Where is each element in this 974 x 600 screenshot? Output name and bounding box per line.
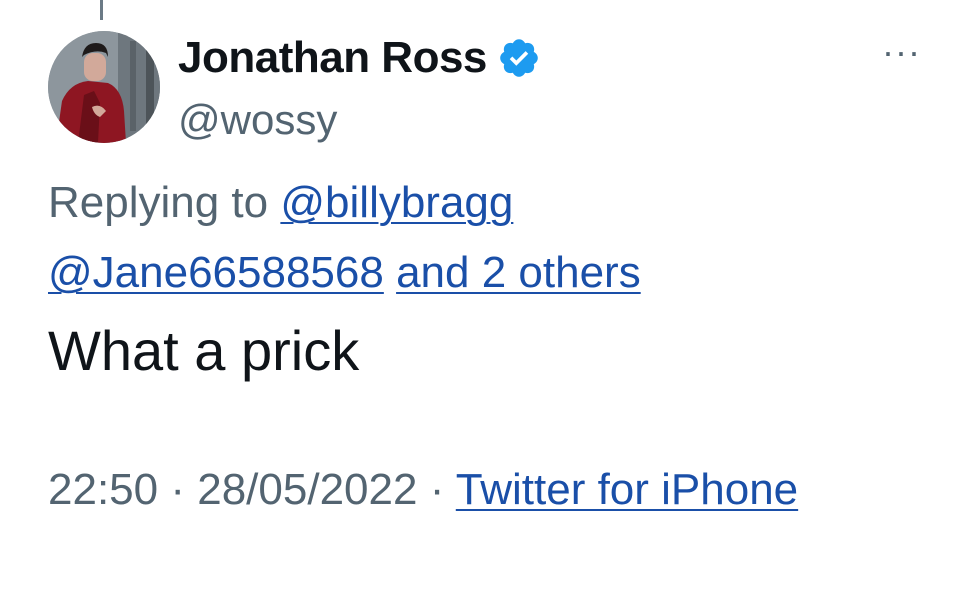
verified-badge-icon — [497, 36, 541, 80]
tweet-date: 28/05/2022 — [197, 465, 418, 514]
meta-separator: · — [429, 465, 445, 514]
avatar-image — [48, 31, 160, 143]
author-handle[interactable]: @wossy — [178, 96, 337, 144]
author-display-name[interactable]: Jonathan Ross — [178, 33, 487, 83]
more-options-button[interactable]: ··· — [882, 32, 921, 72]
tweet-text: What a prick — [48, 319, 360, 382]
tweet-metadata: 22:50 · 28/05/2022 · Twitter for iPhone — [48, 456, 868, 524]
tweet-source-link[interactable]: Twitter for iPhone — [456, 465, 798, 514]
others-link[interactable]: and 2 others — [396, 248, 641, 297]
tweet-time: 22:50 — [48, 465, 159, 514]
reply-context: Replying to @billybragg @Jane66588568 an… — [48, 168, 948, 308]
avatar[interactable] — [48, 31, 160, 143]
mention-link-billybragg[interactable]: @billybragg — [280, 178, 513, 227]
thread-connector-line — [100, 0, 103, 20]
replying-to-label: Replying to — [48, 178, 269, 227]
meta-separator: · — [170, 465, 185, 514]
author-name-row[interactable]: Jonathan Ross — [178, 30, 541, 86]
mention-link-jane[interactable]: @Jane66588568 — [48, 248, 384, 297]
